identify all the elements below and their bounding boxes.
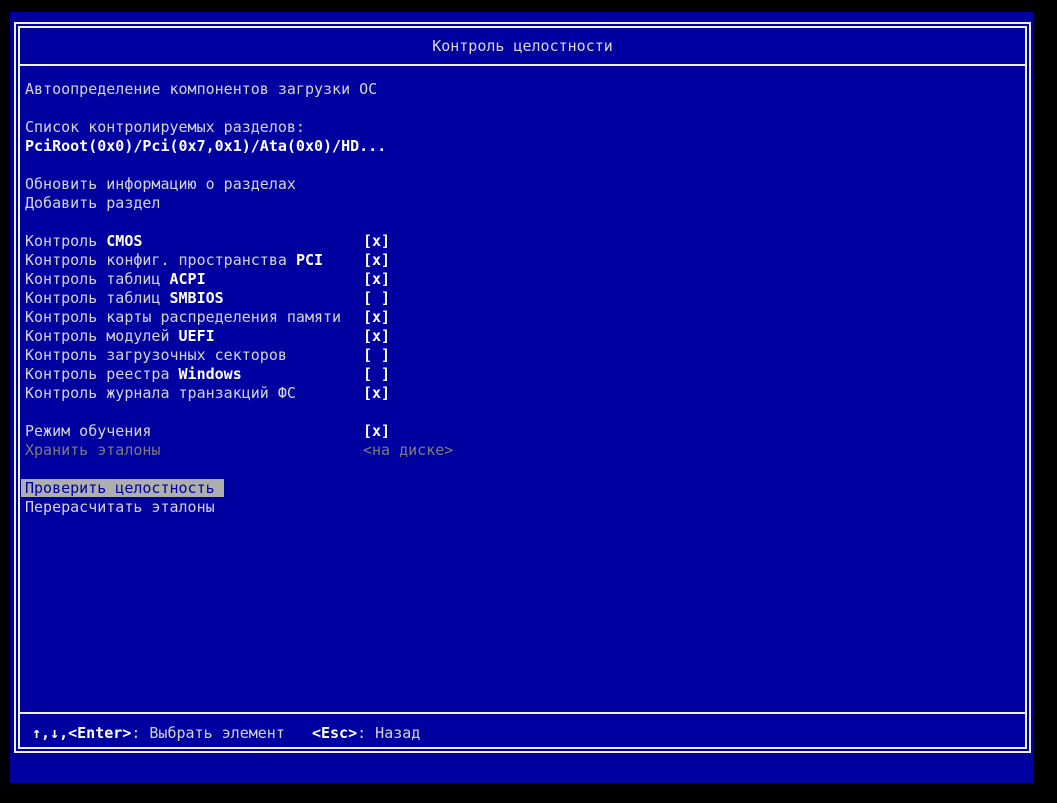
menu-item-add-partition[interactable]: Добавить раздел: [25, 194, 1025, 213]
check-label: Контроль модулей: [25, 327, 179, 345]
spacer-row: [25, 460, 1025, 479]
check-label-em: SMBIOS: [169, 289, 224, 307]
row-store-etalons: Хранить эталоны <на диске>: [25, 441, 1025, 460]
check-label: Контроль карты распределения памяти: [25, 308, 342, 326]
checkbox-row-memory-map[interactable]: Контроль карты распределения памяти [x]: [25, 308, 1025, 327]
checkbox-state: [x]: [363, 327, 391, 345]
esc-key-hint: <Esc>: [311, 724, 358, 742]
spacer-row: [25, 403, 1025, 422]
command-row: Проверить целостность: [21, 479, 1025, 498]
check-label: Контроль таблиц: [25, 289, 170, 307]
checkbox-state: [x]: [363, 270, 391, 288]
checkbox-state: [x]: [363, 308, 391, 326]
check-label: Контроль таблиц: [25, 270, 170, 288]
checkbox-row-uefi-modules[interactable]: Контроль модулей UEFI [x]: [25, 327, 1025, 346]
window-frame-inner: Контроль целостности Автоопределение ком…: [18, 26, 1027, 749]
check-label: Режим обучения: [25, 422, 152, 440]
option-label: Хранить эталоны: [25, 441, 161, 459]
menu-item-update-partition-info[interactable]: Обновить информацию о разделах: [25, 175, 1025, 194]
esc-key-desc: : Назад: [357, 724, 421, 742]
checkbox-row-cmos[interactable]: Контроль CMOS [x]: [25, 232, 1025, 251]
partitions-list-label: Список контролируемых разделов:: [25, 118, 305, 136]
check-label: Контроль реестра: [25, 365, 179, 383]
checkbox-row-windows-registry[interactable]: Контроль реестра Windows [ ]: [25, 365, 1025, 384]
check-label-em: CMOS: [106, 232, 143, 250]
checkbox-state: [x]: [363, 251, 391, 269]
menu-item-recalculate-etalons[interactable]: Перерасчитать эталоны: [25, 498, 1025, 517]
checkbox-state: [x]: [363, 384, 391, 402]
menu-content: Автоопределение компонентов загрузки ОС …: [20, 66, 1025, 517]
checkbox-row-learning-mode[interactable]: Режим обучения [x]: [25, 422, 1025, 441]
nav-keys-hint: ↑,↓,<Enter>: [32, 724, 132, 742]
spacer-row: [25, 99, 1025, 118]
integrity-control-window: Контроль целостности Автоопределение ком…: [10, 12, 1034, 783]
checkbox-state: [x]: [363, 422, 391, 440]
key-hints-bar: ↑,↓,<Enter>: Выбрать элемент <Esc>: Наза…: [20, 712, 1025, 747]
option-value: <на диске>: [363, 441, 454, 459]
window-frame-outer: Контроль целостности Автоопределение ком…: [14, 22, 1031, 753]
hint-spacer: [285, 724, 312, 742]
checkbox-state: [ ]: [363, 289, 391, 307]
spacer-row: [25, 213, 1025, 232]
check-label-em: Windows: [178, 365, 242, 383]
check-label: Контроль загрузочных секторов: [25, 346, 287, 364]
checkbox-row-acpi-tables[interactable]: Контроль таблиц ACPI [x]: [25, 270, 1025, 289]
checkbox-row-boot-sectors[interactable]: Контроль загрузочных секторов [ ]: [25, 346, 1025, 365]
nav-keys-desc: : Выбрать элемент: [131, 724, 285, 742]
page-title: Контроль целостности: [432, 37, 613, 55]
spacer-row: [25, 156, 1025, 175]
check-label: Контроль конфиг. пространства: [25, 251, 296, 269]
checkbox-row-fs-transaction-log[interactable]: Контроль журнала транзакций ФС [x]: [25, 384, 1025, 403]
menu-item-verify-integrity[interactable]: Проверить целостность: [21, 479, 224, 497]
checkbox-state: [x]: [363, 232, 391, 250]
check-label-em: PCI: [295, 251, 324, 269]
checkbox-state: [ ]: [363, 365, 391, 383]
checkbox-state: [ ]: [363, 346, 391, 364]
check-label-em: ACPI: [169, 270, 206, 288]
checkbox-row-smbios-tables[interactable]: Контроль таблиц SMBIOS [ ]: [25, 289, 1025, 308]
menu-item-autodetect-os-components[interactable]: Автоопределение компонентов загрузки ОС: [25, 80, 1025, 99]
check-label: Контроль: [25, 232, 107, 250]
partition-path-item[interactable]: PciRoot(0x0)/Pci(0x7,0x1)/Ata(0x0)/HD...: [25, 137, 1025, 156]
check-label: Контроль журнала транзакций ФС: [25, 384, 296, 402]
checkbox-row-pci-config[interactable]: Контроль конфиг. пространства PCI [x]: [25, 251, 1025, 270]
title-bar: Контроль целостности: [20, 28, 1025, 66]
check-label-em: UEFI: [178, 327, 215, 345]
